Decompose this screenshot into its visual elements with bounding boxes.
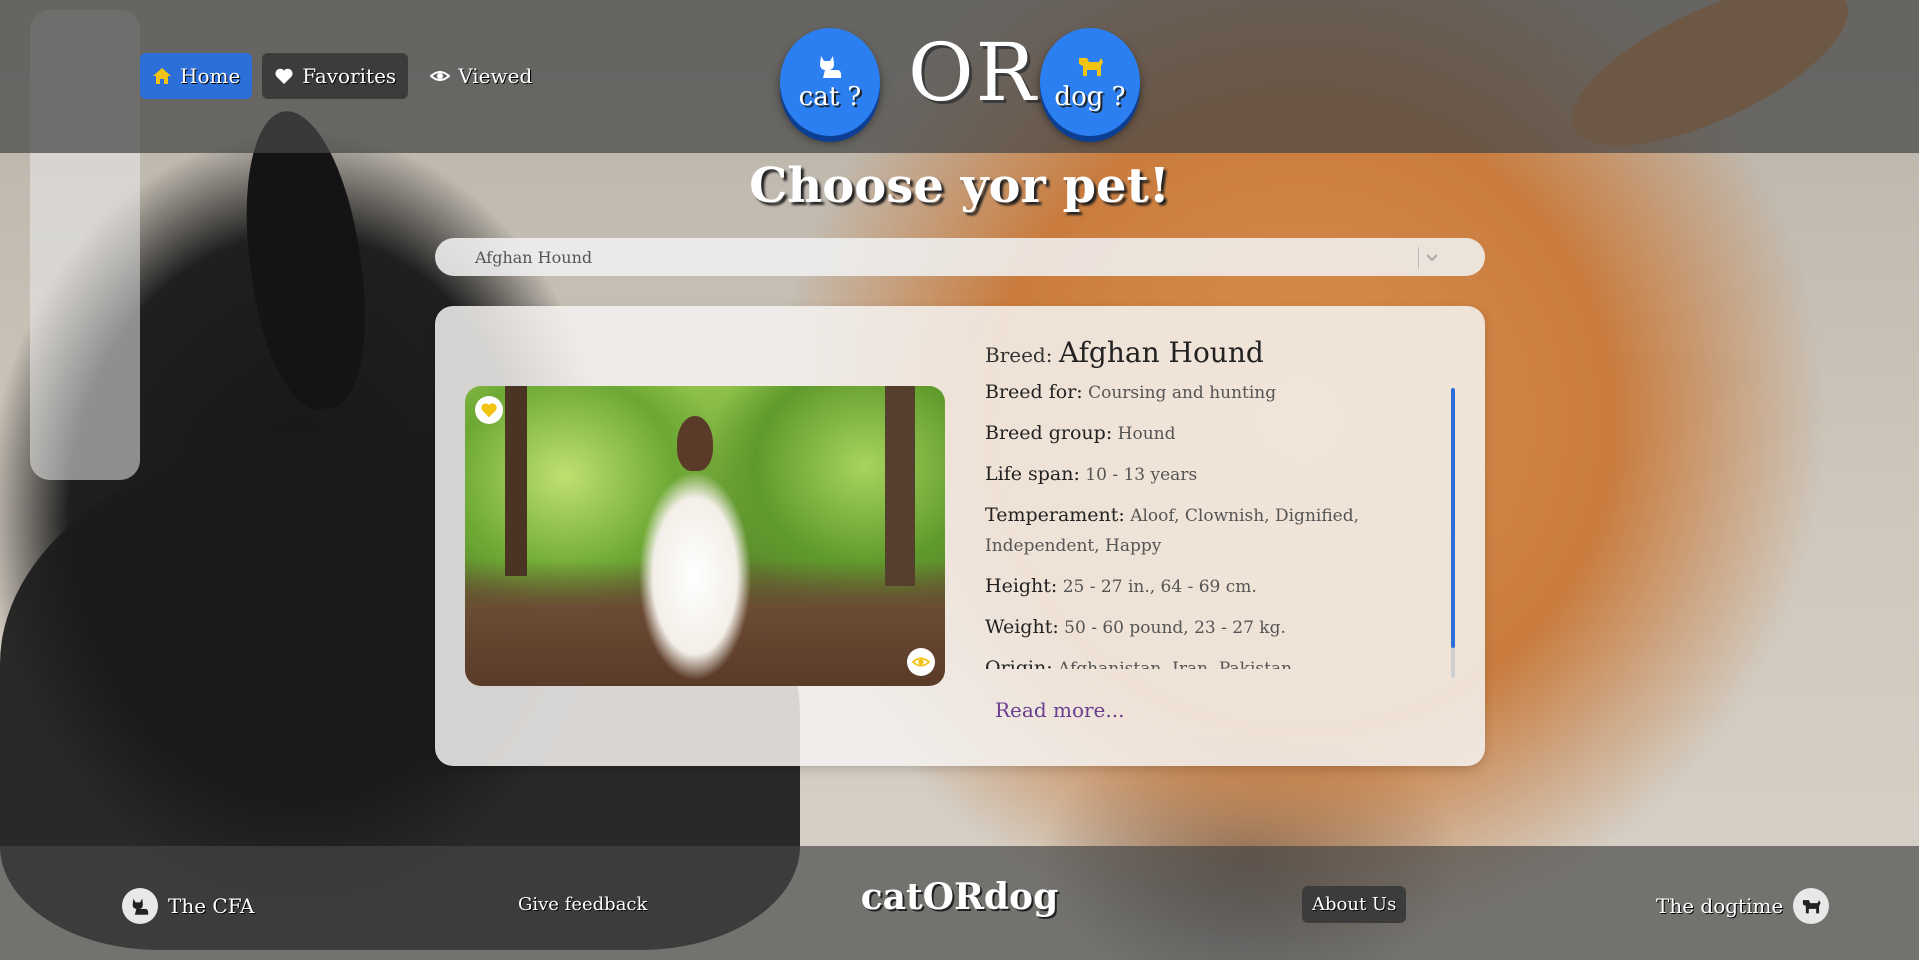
details-scrollbar[interactable] <box>1451 388 1455 678</box>
nav-favorites-button[interactable]: Favorites <box>262 53 409 99</box>
dog-icon <box>1079 58 1103 76</box>
scrollbar-thumb[interactable] <box>1451 388 1455 648</box>
photo-tree <box>885 386 915 586</box>
photo-tree <box>505 386 527 576</box>
about-us-button[interactable]: About Us <box>1302 886 1407 923</box>
dogtime-link[interactable]: The dogtime <box>1656 888 1830 924</box>
nav-home-button[interactable]: Home <box>140 53 253 99</box>
detail-label: Breed for: <box>985 381 1083 403</box>
nav-viewed-button[interactable]: Viewed <box>418 53 544 99</box>
breed-title: Breed: Afghan Hound <box>985 336 1465 369</box>
detail-value: 25 - 27 in., 64 - 69 cm. <box>1062 577 1257 597</box>
detail-label: Origin: <box>985 657 1053 669</box>
or-text: OR <box>908 26 1038 119</box>
select-divider <box>1418 247 1419 269</box>
heart-icon <box>275 68 293 84</box>
eye-icon <box>912 657 930 667</box>
detail-label: Breed group: <box>985 422 1113 444</box>
detail-value: Afghanistan, Iran, Pakistan <box>1058 659 1293 669</box>
breed-select-value: Afghan Hound <box>475 247 593 267</box>
detail-label: Temperament: <box>985 504 1125 526</box>
detail-row: Weight: 50 - 60 pound, 23 - 27 kg. <box>985 612 1445 643</box>
detail-row: Breed group: Hound <box>985 418 1445 449</box>
main-nav: Home Favorites Viewed <box>140 53 544 99</box>
nav-favorites-label: Favorites <box>302 64 397 88</box>
dogtime-label: The dogtime <box>1656 894 1784 918</box>
nav-home-label: Home <box>180 64 241 88</box>
footer-brand: catORdog <box>860 876 1059 918</box>
eye-icon <box>430 71 451 81</box>
viewed-button[interactable] <box>907 648 935 676</box>
read-more-link[interactable]: Read more... <box>995 698 1124 722</box>
cat-icon <box>820 56 842 78</box>
photo-dog-head <box>677 416 713 471</box>
breed-photo[interactable] <box>465 386 945 686</box>
detail-value: 50 - 60 pound, 23 - 27 kg. <box>1064 618 1286 638</box>
dog-choice-button[interactable]: dog ? <box>1040 28 1140 136</box>
breed-card: Breed: Afghan Hound Breed for: Coursing … <box>435 306 1485 766</box>
detail-value: Coursing and hunting <box>1088 383 1277 403</box>
detail-label: Life span: <box>985 463 1080 485</box>
home-icon <box>153 68 171 84</box>
dog-icon <box>1793 888 1830 924</box>
breed-select[interactable]: Afghan Hound <box>435 238 1485 276</box>
cat-choice-button[interactable]: cat ? <box>780 28 880 136</box>
heart-icon <box>481 403 497 418</box>
breed-details-list[interactable]: Breed for: Coursing and hunting Breed gr… <box>985 377 1465 669</box>
detail-row: Height: 25 - 27 in., 64 - 69 cm. <box>985 571 1445 602</box>
breed-name: Afghan Hound <box>1058 336 1264 369</box>
detail-row: Temperament: Aloof, Clownish, Dignified,… <box>985 500 1445 561</box>
add-favorite-button[interactable] <box>475 396 503 424</box>
detail-label: Height: <box>985 575 1058 597</box>
detail-row: Breed for: Coursing and hunting <box>985 377 1445 408</box>
detail-row: Life span: 10 - 13 years <box>985 459 1445 490</box>
detail-value: 10 - 13 years <box>1085 465 1198 485</box>
dog-choice-label: dog ? <box>1054 82 1126 112</box>
detail-row: Origin: Afghanistan, Iran, Pakistan <box>985 653 1445 669</box>
breed-label: Breed: <box>985 343 1053 367</box>
nav-viewed-label: Viewed <box>458 64 533 88</box>
detail-label: Weight: <box>985 616 1059 638</box>
cat-choice-label: cat ? <box>798 82 862 112</box>
chevron-down-icon <box>1426 254 1438 262</box>
breed-info: Breed: Afghan Hound Breed for: Coursing … <box>985 336 1465 669</box>
detail-value: Hound <box>1117 424 1176 444</box>
page-headline: Choose yor pet! <box>749 158 1170 214</box>
